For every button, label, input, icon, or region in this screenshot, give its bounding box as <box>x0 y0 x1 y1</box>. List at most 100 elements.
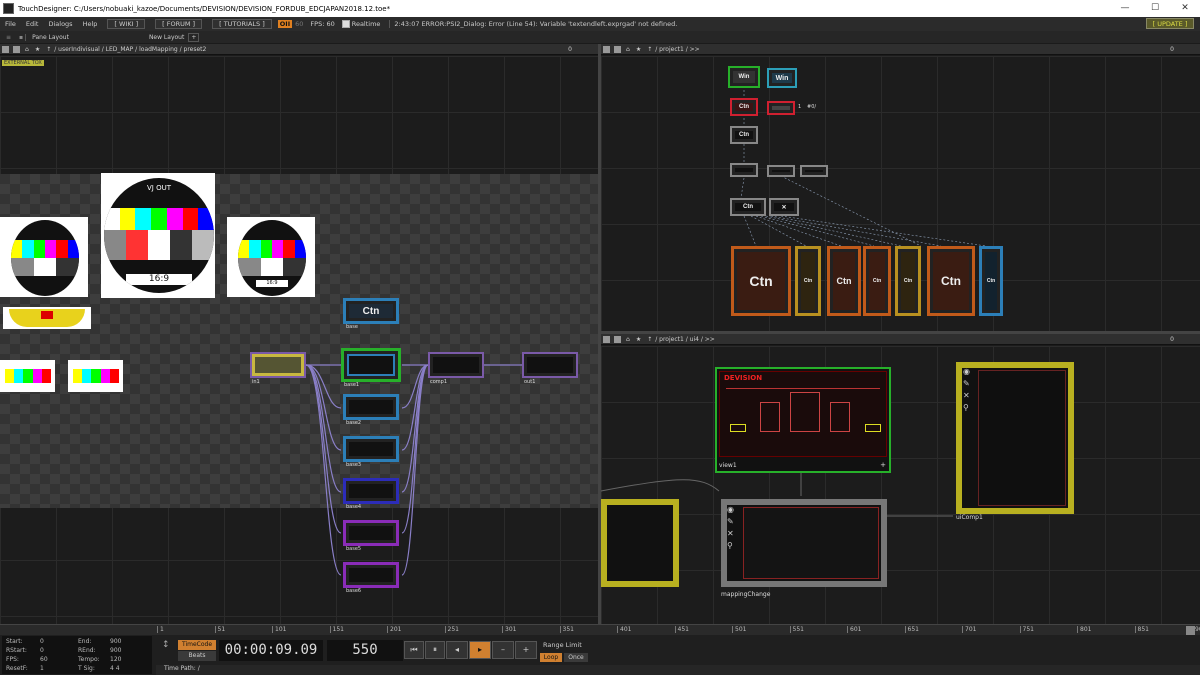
pane-type-icon[interactable] <box>614 45 621 53</box>
ctn-small-yellow-1[interactable]: Ctn <box>795 246 821 316</box>
update-button[interactable]: [ UPDATE ] <box>1146 18 1194 29</box>
comp1-node[interactable]: comp1 <box>428 352 484 385</box>
ctn-big-orange-2[interactable]: Ctn <box>927 246 975 316</box>
ctn-orange-2[interactable]: Ctn <box>827 246 861 316</box>
loop-button[interactable]: Loop <box>540 653 562 662</box>
layout-pin-icon[interactable]: ▪ <box>19 34 23 41</box>
pane-menu-icon[interactable] <box>603 45 610 53</box>
ruler-tick: 551 <box>789 626 804 633</box>
minimize-icon[interactable]: — <box>1110 0 1140 17</box>
range-limit-label: Range Limit <box>543 641 582 649</box>
view1-add-icon[interactable]: + <box>880 461 886 469</box>
menu-dialogs[interactable]: Dialogs <box>48 20 72 28</box>
out1-node[interactable]: out1 <box>522 352 578 385</box>
tutorials-button[interactable]: [ TUTORIALS ] <box>212 19 272 29</box>
uicomp1-node[interactable] <box>956 362 1074 514</box>
bookmark-icon[interactable]: ★ <box>35 46 40 53</box>
mapping-side-icons[interactable]: ◉ ✎ ✕ ⚲ <box>727 504 737 552</box>
ctn-small-blue[interactable]: Ctn <box>979 246 1003 316</box>
base3-node[interactable]: base3 <box>343 436 399 468</box>
new-layout-button[interactable]: New Layout <box>145 34 188 41</box>
ctn-node-grey-2[interactable] <box>730 163 758 177</box>
pane-layout-button[interactable]: Pane Layout <box>25 33 75 41</box>
network-path[interactable]: / project1 / >> <box>655 46 699 53</box>
add-layout-button[interactable]: + <box>188 32 200 42</box>
ctn-orange-3[interactable]: Ctn <box>863 246 891 316</box>
frame-display[interactable]: 550 <box>327 640 403 661</box>
play-backward-button[interactable]: ◂ <box>446 641 468 659</box>
timeline-expand-icon[interactable]: ↕ <box>162 640 170 650</box>
pane-menu-icon[interactable] <box>2 45 9 53</box>
stat-row: Tempo: 120 <box>78 656 122 663</box>
win-node-2[interactable]: Win <box>767 68 797 88</box>
step-forward-button[interactable]: + <box>515 641 537 659</box>
wiki-button[interactable]: [ WIKI ] <box>107 19 146 29</box>
ctn-node-red[interactable]: Ctn <box>730 98 758 116</box>
ctn-big-orange-1[interactable]: Ctn <box>731 246 791 316</box>
forum-button[interactable]: [ FORUM ] <box>155 19 203 29</box>
mappingchange-node[interactable] <box>721 499 887 587</box>
step-back-button[interactable]: – <box>492 641 514 659</box>
pane-index: 0 <box>568 45 572 53</box>
rewind-button[interactable]: ⏮ <box>404 641 424 659</box>
play-forward-button[interactable]: ▸ <box>469 641 491 659</box>
left-network-pane[interactable]: EXTERNAL TOX VJ OUT 16:9 16:9 in1 Ctn ba… <box>0 56 598 624</box>
base2-node[interactable]: base2 <box>343 394 399 426</box>
pane-type-icon[interactable] <box>13 45 20 53</box>
timecode-button[interactable]: TimeCode <box>178 640 216 650</box>
base7-node[interactable]: Ctn base <box>343 298 399 330</box>
once-button[interactable]: Once <box>564 653 588 662</box>
bottom-right-network-pane[interactable]: DEVISION view1 + uiComp1 ◉ ✎ ✕ ⚲ ◉ ✎ ✕ ⚲ mappi… <box>601 346 1200 624</box>
beats-button[interactable]: Beats <box>178 651 216 661</box>
top-right-pane-pathbar: ⌂ ★ ↑ / project1 / >> 0 <box>601 44 1200 55</box>
uicomp1-label: uiComp1 <box>956 514 983 521</box>
pause-button[interactable]: ⏸ <box>425 641 445 659</box>
home-icon[interactable]: ⌂ <box>25 46 29 53</box>
realtime-checkbox[interactable] <box>341 20 350 28</box>
perform-mode-button[interactable]: OII <box>277 20 293 28</box>
home-icon[interactable]: ⌂ <box>626 336 630 343</box>
time-path[interactable]: Time Path: / <box>156 665 1200 675</box>
ruler-tick: 1 <box>157 626 164 633</box>
menu-file[interactable]: File <box>5 20 16 28</box>
base1-node[interactable]: base1 <box>341 348 401 388</box>
network-path[interactable]: / userIndivisual / LED_MAP / loadMapping… <box>54 46 206 53</box>
ctn-node-grey-5[interactable]: Ctn <box>730 198 766 216</box>
menu-help[interactable]: Help <box>83 20 98 28</box>
pane-menu-icon[interactable] <box>603 335 610 343</box>
ruler-tick: 451 <box>674 626 689 633</box>
operator-wires <box>305 364 522 576</box>
frame-ruler[interactable]: 1 51 101 151 201 251 301 351 401 451 501 551 601 651 7… <box>0 624 1200 635</box>
in1-node[interactable]: in1 <box>250 352 306 385</box>
maximize-icon[interactable]: ☐ <box>1140 0 1170 17</box>
layout-menu-icon[interactable]: ≡ <box>6 34 11 41</box>
base6-node[interactable]: base6 <box>343 562 399 594</box>
ctn-node-red-2[interactable] <box>767 101 795 115</box>
menu-edit[interactable]: Edit <box>26 20 39 28</box>
base5-node[interactable]: base5 <box>343 520 399 552</box>
bookmark-icon[interactable]: ★ <box>636 336 641 343</box>
network-path[interactable]: / project1 / ui4 / >> <box>655 336 715 343</box>
bookmark-icon[interactable]: ★ <box>636 46 641 53</box>
ctn-node-grey-4[interactable] <box>800 165 828 177</box>
home-icon[interactable]: ⌂ <box>626 46 630 53</box>
ctn-small-yellow-2[interactable]: Ctn <box>895 246 921 316</box>
parent-arrow-icon[interactable]: ↑ <box>647 336 652 343</box>
timecode-display[interactable]: 00:00:09.09 <box>219 640 323 661</box>
parent-arrow-icon[interactable]: ↑ <box>647 46 652 53</box>
ctn-node-grey-6[interactable]: ✕ <box>769 198 799 216</box>
pane-type-icon[interactable] <box>614 335 621 343</box>
side-container-node[interactable] <box>601 499 679 587</box>
ruler-end-handle[interactable] <box>1186 626 1195 635</box>
top-right-network-pane[interactable]: Win Win Ctn 1 #0/ Ctn Ctn ✕ Ctn Ctn Ctn … <box>601 56 1200 331</box>
uicomp1-side-icons[interactable]: ◉ ✎ ✕ ⚲ <box>963 366 973 414</box>
close-icon[interactable]: ✕ <box>1170 0 1200 17</box>
ctn-node-grey-3[interactable] <box>767 165 795 177</box>
ctn-node-grey-1[interactable]: Ctn <box>730 126 758 144</box>
fps-cap: 60 <box>295 20 304 28</box>
view1-node[interactable]: DEVISION view1 + <box>715 367 891 473</box>
app-logo-icon <box>3 3 14 14</box>
base4-node[interactable]: base4 <box>343 478 399 510</box>
parent-arrow-icon[interactable]: ↑ <box>46 46 51 53</box>
win-node-1[interactable]: Win <box>728 66 760 88</box>
